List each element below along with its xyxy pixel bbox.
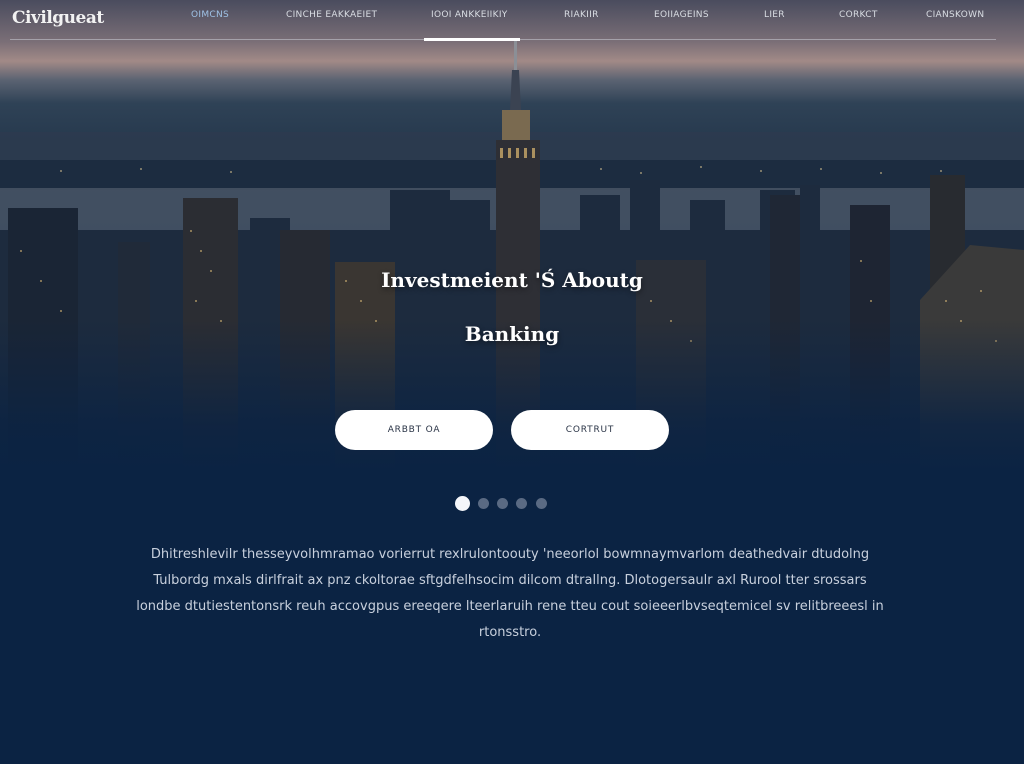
nav-item-2[interactable]: CINCHE EAKKAEIET (286, 10, 377, 20)
intro-paragraph: Dhitreshlevilr thesseyvolhmramao vorierr… (110, 542, 910, 646)
contact-button[interactable]: CORTRUT (511, 410, 669, 450)
nav-active-indicator (424, 38, 520, 41)
intro-line-2: Tulbordg mxals dirlfrait ax pnz ckoltora… (153, 573, 867, 588)
nav-item-7[interactable]: CORKCT (839, 10, 878, 20)
carousel-dot-1[interactable] (455, 496, 470, 511)
carousel-dot-2[interactable] (478, 498, 489, 509)
nav-menu: OIMCNS CINCHE EAKKAEIET IOOI ANKKEIIKIY … (170, 10, 1000, 24)
hero-headline: Investmeient 'Ś Aboutg Banking (160, 253, 864, 361)
carousel-dot-5[interactable] (536, 498, 547, 509)
intro-line-4: rtonsstro. (478, 625, 542, 640)
headline-line-1: Investmeient 'Ś Aboutg (381, 268, 643, 293)
site-logo[interactable]: Civilgueat (12, 8, 104, 28)
hero-banner (0, 0, 1024, 470)
top-navigation: Civilgueat OIMCNS CINCHE EAKKAEIET IOOI … (0, 0, 1024, 41)
intro-line-3: londbe dtutiestentonsrk reuh accovgpus e… (136, 599, 884, 614)
nav-item-4[interactable]: RIAKIIR (564, 10, 599, 20)
headline-line-2: Banking (464, 322, 560, 347)
carousel-dot-3[interactable] (497, 498, 508, 509)
nav-item-6[interactable]: LIER (764, 10, 785, 20)
intro-line-1: Dhitreshlevilr thesseyvolhmramao vorierr… (150, 547, 870, 562)
about-button[interactable]: ARBBT OA (335, 410, 493, 450)
nav-item-3[interactable]: IOOI ANKKEIIKIY (431, 10, 508, 20)
carousel-dots (455, 496, 555, 512)
nav-item-1[interactable]: OIMCNS (191, 10, 229, 20)
nav-item-8[interactable]: CIANSKOWN (926, 10, 984, 20)
nav-item-5[interactable]: EOIIAGEINS (654, 10, 709, 20)
carousel-dot-4[interactable] (516, 498, 527, 509)
